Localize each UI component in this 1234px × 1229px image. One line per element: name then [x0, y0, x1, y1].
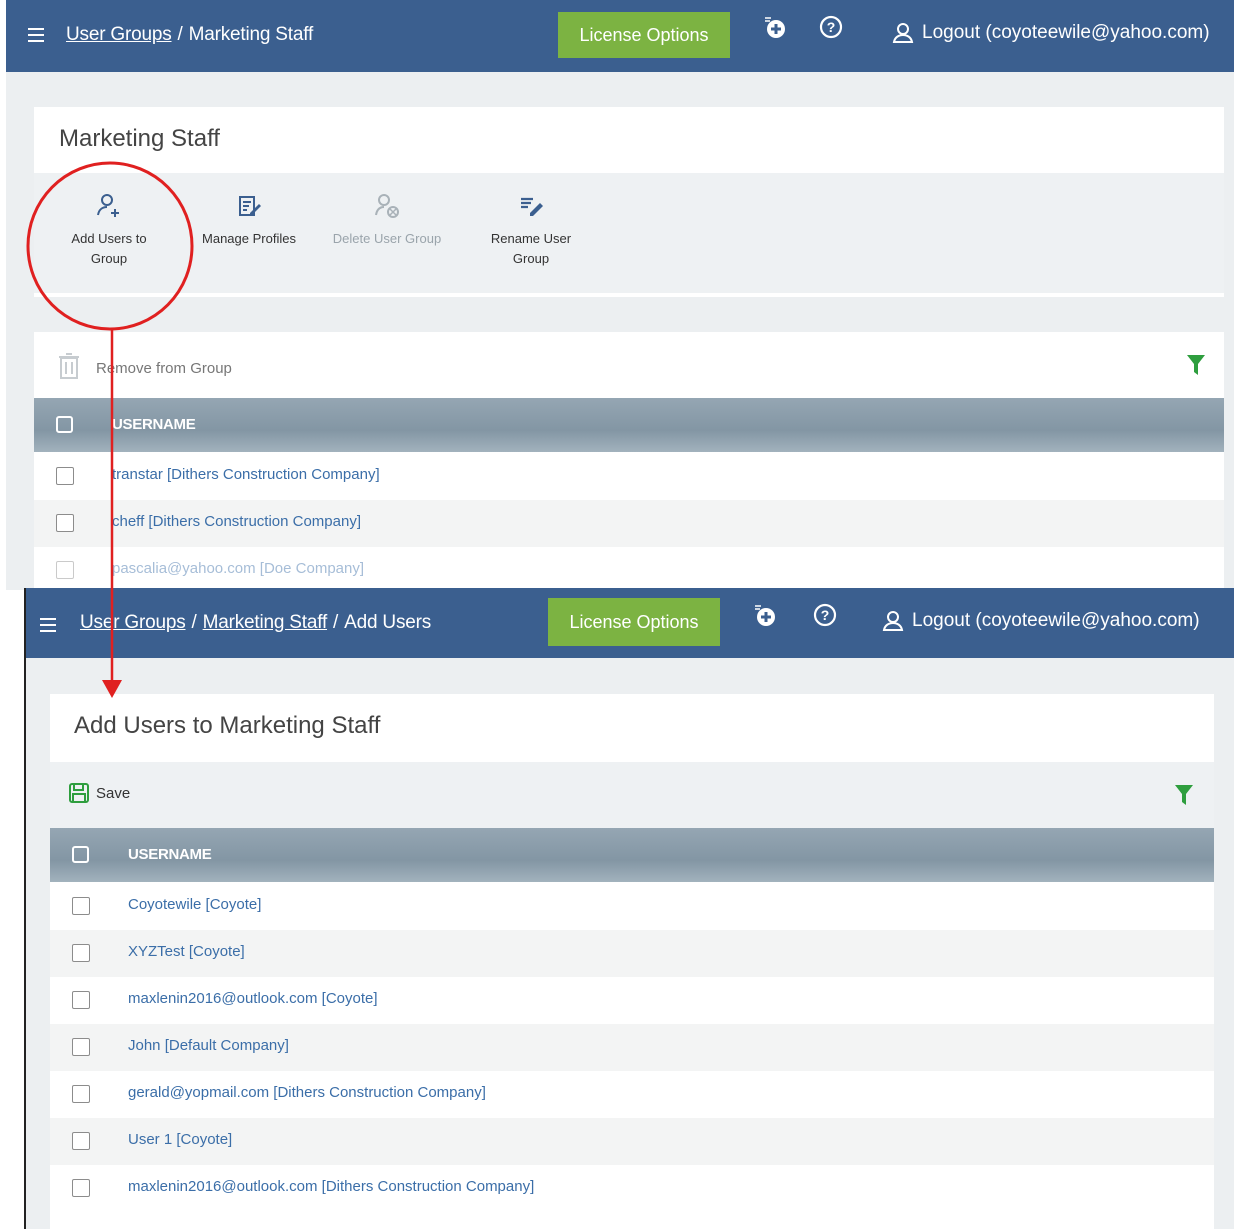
- top-bar: User Groups / Marketing Staff License Opti…: [6, 0, 1234, 72]
- row-checkbox[interactable]: [72, 1179, 90, 1197]
- username-link[interactable]: gerald@yopmail.com [Dithers Construction…: [128, 1084, 486, 1101]
- table-row: maxlenin2016@outlook.com [Coyote]: [50, 977, 1214, 1024]
- table-row: transtar [Dithers Construction Company]: [34, 453, 1224, 500]
- help-icon[interactable]: ?: [812, 602, 838, 628]
- add-circle-icon[interactable]: [762, 14, 788, 40]
- breadcrumb-current: Marketing Staff: [188, 24, 314, 45]
- table-row: gerald@yopmail.com [Dithers Construction…: [50, 1071, 1214, 1118]
- row-checkbox[interactable]: [56, 514, 74, 532]
- table-row: User 1 [Coyote]: [50, 1118, 1214, 1165]
- table-row: John [Default Company]: [50, 1024, 1214, 1071]
- add-users-screen: User Groups / Marketing Staff / Add Users Li…: [24, 588, 1234, 1229]
- breadcrumb-user-groups[interactable]: User Groups: [80, 612, 186, 633]
- save-button[interactable]: Save: [68, 782, 130, 804]
- row-checkbox[interactable]: [72, 1038, 90, 1056]
- license-options-button[interactable]: License Options: [548, 598, 720, 646]
- group-panel: Marketing Staff Add Users to Group Manag…: [34, 107, 1224, 297]
- rename-user-group-button[interactable]: Rename User Group: [476, 193, 586, 269]
- svg-text:?: ?: [827, 19, 836, 35]
- table-row: maxlenin2016@outlook.com [Dithers Constr…: [50, 1165, 1214, 1212]
- breadcrumb-current: Add Users: [344, 612, 432, 633]
- filter-icon[interactable]: [1174, 784, 1194, 806]
- table-row: XYZTest [Coyote]: [50, 930, 1214, 977]
- username-link[interactable]: XYZTest [Coyote]: [128, 943, 245, 960]
- logout-label: Logout (coyoteewile@yahoo.com): [912, 610, 1200, 631]
- username-link[interactable]: maxlenin2016@outlook.com [Coyote]: [128, 990, 378, 1007]
- row-checkbox[interactable]: [72, 991, 90, 1009]
- table-row: pascalia@yahoo.com [Doe Company]: [34, 547, 1224, 590]
- breadcrumb-marketing-staff[interactable]: Marketing Staff: [203, 612, 328, 633]
- page-title: Add Users to Marketing Staff: [74, 712, 381, 739]
- user-icon: [892, 23, 914, 43]
- column-username[interactable]: USERNAME: [112, 416, 196, 433]
- remove-from-group-button[interactable]: Remove from Group: [96, 360, 232, 377]
- table-row: Coyotewile [Coyote]: [50, 883, 1214, 930]
- username-link[interactable]: Coyotewile [Coyote]: [128, 896, 261, 913]
- delete-user-icon: [375, 194, 399, 218]
- username-link[interactable]: User 1 [Coyote]: [128, 1131, 232, 1148]
- breadcrumb: User Groups / Marketing Staff / Add Users: [80, 612, 432, 633]
- username-link[interactable]: cheff [Dithers Construction Company]: [112, 513, 361, 530]
- username-link[interactable]: transtar [Dithers Construction Company]: [112, 466, 380, 483]
- save-icon: [69, 783, 89, 803]
- column-username[interactable]: USERNAME: [128, 846, 212, 863]
- add-circle-icon[interactable]: [752, 602, 778, 628]
- trash-icon: [59, 353, 79, 379]
- table-header: USERNAME: [34, 398, 1224, 452]
- logout-link[interactable]: Logout (coyoteewile@yahoo.com): [892, 22, 1210, 44]
- rename-icon: [521, 197, 543, 216]
- members-grid: Remove from Group USERNAME transtar [Dit…: [34, 332, 1224, 590]
- row-checkbox[interactable]: [72, 1132, 90, 1150]
- help-icon[interactable]: ?: [818, 14, 844, 40]
- username-link[interactable]: maxlenin2016@outlook.com [Dithers Constr…: [128, 1178, 534, 1195]
- username-link[interactable]: pascalia@yahoo.com [Doe Company]: [112, 560, 364, 577]
- table-row: cheff [Dithers Construction Company]: [34, 500, 1224, 547]
- hamburger-icon[interactable]: [40, 618, 56, 632]
- top-bar: User Groups / Marketing Staff / Add Users Li…: [26, 588, 1234, 658]
- add-users-toolbar: Save: [50, 762, 1214, 828]
- add-users-to-group-button[interactable]: Add Users to Group: [54, 193, 164, 269]
- svg-text:?: ?: [821, 607, 830, 623]
- row-checkbox[interactable]: [56, 561, 74, 579]
- tool-label: Delete User Group: [332, 231, 442, 246]
- tool-label: Add Users to Group: [71, 231, 147, 266]
- tool-label: Manage Profiles: [202, 231, 296, 246]
- user-icon: [882, 611, 904, 631]
- tool-label: Rename User Group: [490, 231, 572, 266]
- manage-profiles-button[interactable]: Manage Profiles: [194, 193, 304, 249]
- row-checkbox[interactable]: [72, 944, 90, 962]
- select-all-checkbox[interactable]: [72, 846, 89, 863]
- group-toolbar: Add Users to Group Manage Profiles Delet…: [34, 173, 1224, 293]
- filter-icon[interactable]: [1186, 354, 1206, 376]
- delete-user-group-button[interactable]: Delete User Group: [332, 193, 442, 249]
- add-user-icon: [97, 194, 119, 217]
- save-label: Save: [96, 784, 131, 802]
- row-checkbox[interactable]: [56, 467, 74, 485]
- license-options-button[interactable]: License Options: [558, 12, 730, 58]
- row-checkbox[interactable]: [72, 1085, 90, 1103]
- table-header: USERNAME: [50, 828, 1214, 882]
- select-all-checkbox[interactable]: [56, 416, 73, 433]
- logout-label: Logout (coyoteewile@yahoo.com): [922, 22, 1210, 43]
- edit-list-icon: [239, 196, 261, 216]
- row-checkbox[interactable]: [72, 897, 90, 915]
- username-link[interactable]: John [Default Company]: [128, 1037, 289, 1054]
- user-group-details-screen: User Groups / Marketing Staff License Opti…: [6, 0, 1234, 590]
- add-users-panel: Add Users to Marketing Staff Save USERNA…: [50, 694, 1214, 1229]
- breadcrumb-user-groups[interactable]: User Groups: [66, 24, 172, 45]
- breadcrumb: User Groups / Marketing Staff: [66, 24, 314, 45]
- hamburger-icon[interactable]: [28, 28, 44, 42]
- page-title: Marketing Staff: [59, 125, 220, 152]
- logout-link[interactable]: Logout (coyoteewile@yahoo.com): [882, 610, 1200, 632]
